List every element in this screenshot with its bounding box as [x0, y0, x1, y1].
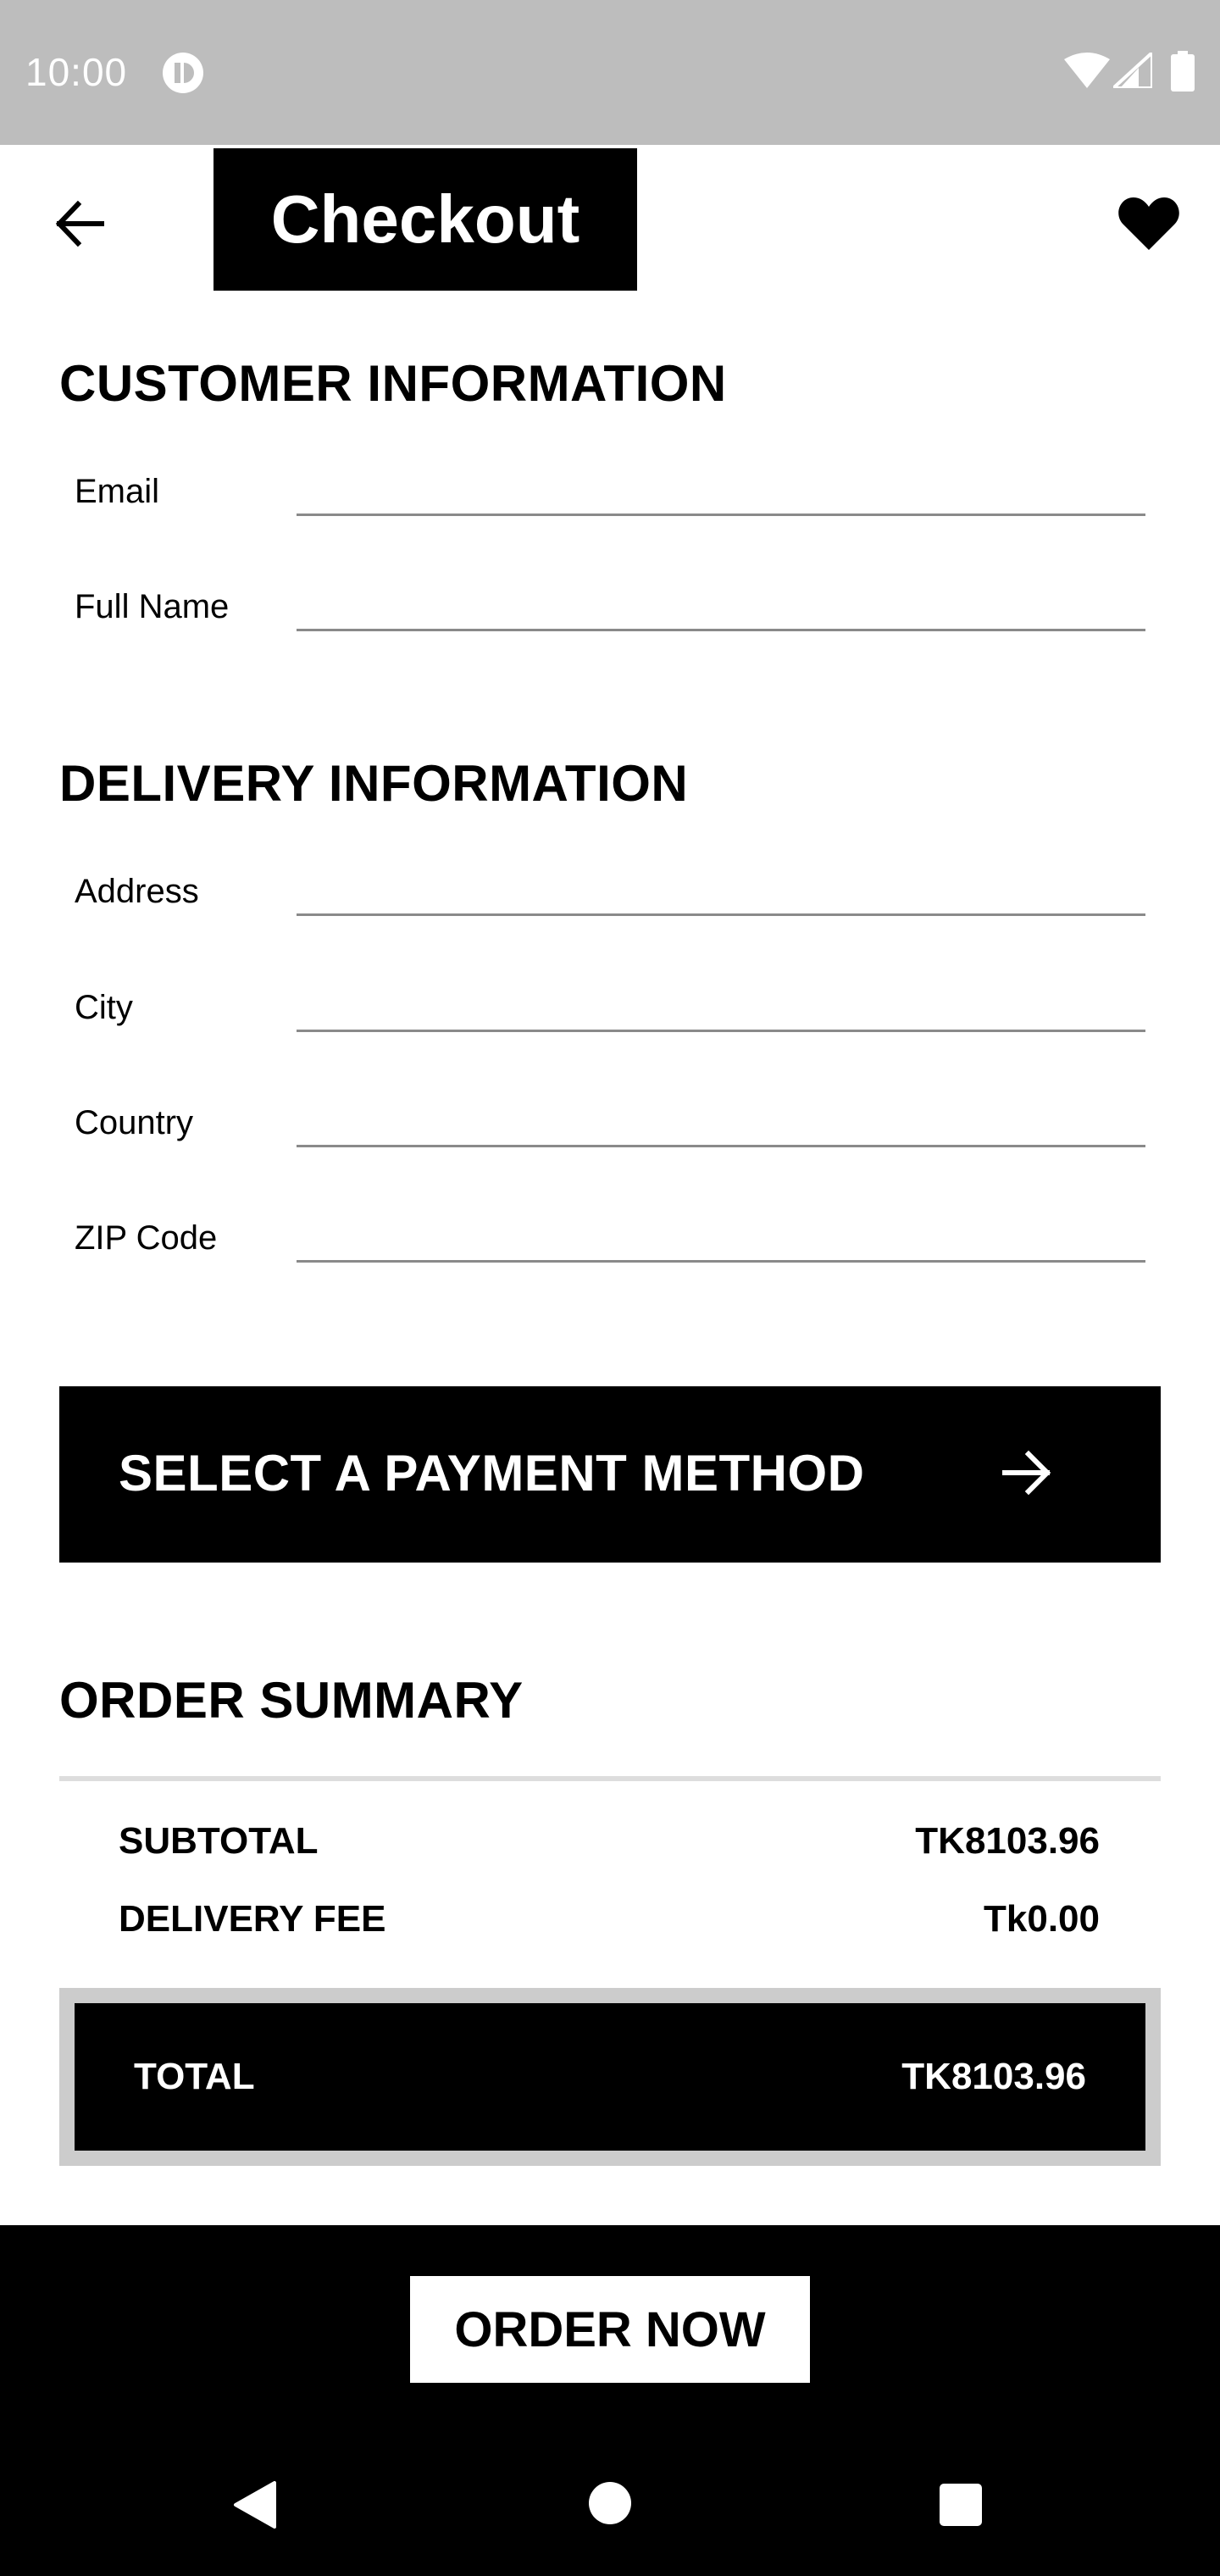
- delivery-fee-label: DELIVERY FEE: [119, 1898, 386, 1940]
- address-field[interactable]: [297, 863, 1145, 916]
- payment-button-label: SELECT A PAYMENT METHOD: [119, 1445, 865, 1502]
- cell-signal-icon: [1108, 48, 1154, 92]
- favorite-button[interactable]: [1115, 189, 1183, 257]
- total-box: TOTAL TK8103.96: [75, 2003, 1145, 2151]
- total-value: TK8103.96: [901, 2056, 1086, 2097]
- page-title: Checkout: [214, 148, 637, 291]
- total-container: TOTAL TK8103.96: [59, 1988, 1161, 2166]
- country-field[interactable]: [297, 1094, 1145, 1147]
- subtotal-label: SUBTOTAL: [119, 1820, 319, 1862]
- order-now-button[interactable]: ORDER NOW: [410, 2276, 810, 2383]
- divider: [59, 1776, 1161, 1781]
- zip-code-field[interactable]: [297, 1209, 1145, 1263]
- subtotal-value: TK8103.96: [915, 1820, 1100, 1862]
- city-label: City: [75, 989, 133, 1026]
- arrow-right-icon: [1000, 1446, 1054, 1504]
- bottom-bar: ORDER NOW: [0, 2225, 1220, 2576]
- delivery-fee-value: Tk0.00: [984, 1898, 1100, 1940]
- wifi-icon: [1064, 53, 1110, 92]
- address-label: Address: [75, 873, 199, 910]
- country-label: Country: [75, 1104, 194, 1141]
- arrow-left-icon: [55, 200, 104, 247]
- heart-icon: [1118, 197, 1179, 250]
- email-field[interactable]: [297, 463, 1145, 516]
- status-time: 10:00: [25, 50, 128, 94]
- select-payment-method-button[interactable]: SELECT A PAYMENT METHOD: [59, 1386, 1161, 1563]
- back-button[interactable]: [51, 194, 110, 253]
- order-summary-heading: ORDER SUMMARY: [59, 1672, 524, 1729]
- city-field[interactable]: [297, 979, 1145, 1032]
- full-name-label: Full Name: [75, 588, 230, 625]
- status-bar: 10:00: [0, 0, 1220, 145]
- delivery-information-heading: DELIVERY INFORMATION: [59, 755, 689, 812]
- customer-information-heading: CUSTOMER INFORMATION: [59, 355, 727, 412]
- full-name-field[interactable]: [297, 578, 1145, 631]
- battery-icon: [1171, 51, 1195, 96]
- email-label: Email: [75, 473, 160, 510]
- app-bar: Checkout: [0, 145, 1220, 293]
- total-label: TOTAL: [134, 2056, 255, 2097]
- zip-code-label: ZIP Code: [75, 1219, 218, 1257]
- nav-recents-icon[interactable]: [939, 2483, 983, 2531]
- nav-home-icon[interactable]: [586, 2479, 634, 2531]
- app-notification-icon: [161, 51, 205, 99]
- nav-back-icon[interactable]: [230, 2479, 278, 2534]
